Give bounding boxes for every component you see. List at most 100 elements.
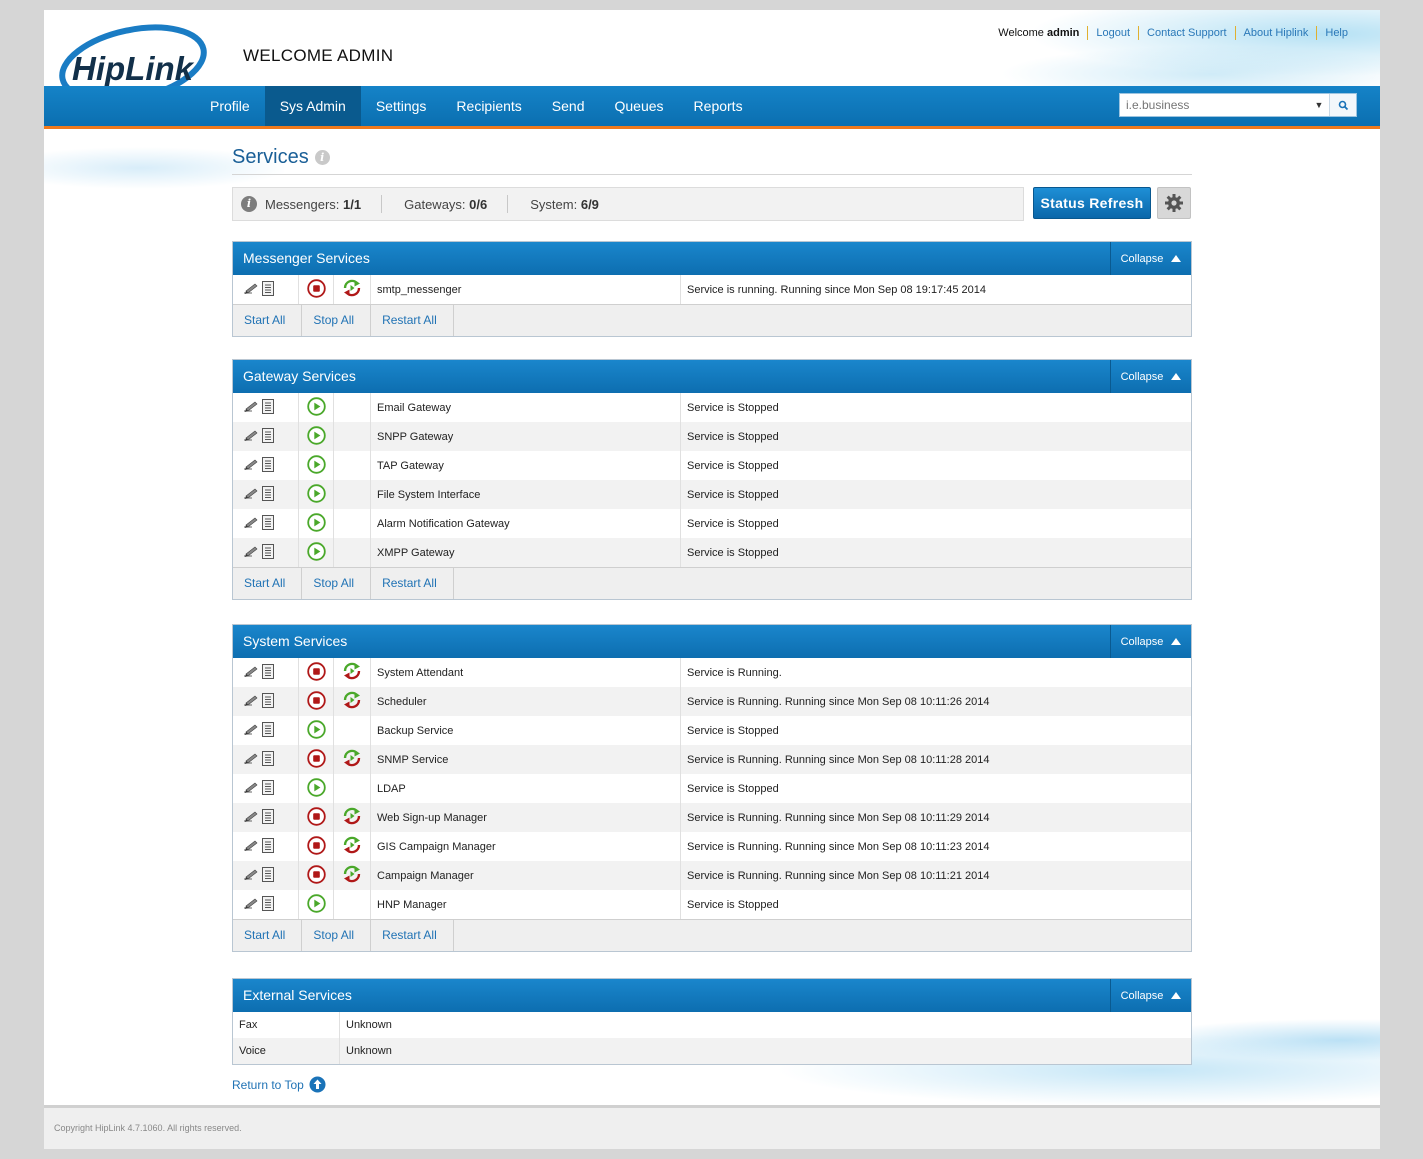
info-icon: i	[241, 196, 257, 212]
restart-button[interactable]	[333, 803, 371, 832]
edit-icon[interactable]	[243, 810, 259, 826]
edit-icon[interactable]	[243, 723, 259, 739]
start-icon	[306, 396, 326, 416]
info-icon[interactable]: i	[314, 149, 330, 165]
restart-button[interactable]	[333, 687, 371, 716]
edit-icon[interactable]	[243, 516, 259, 532]
search-button[interactable]	[1329, 94, 1356, 116]
stop-button[interactable]	[298, 861, 334, 890]
stop-button[interactable]	[298, 658, 334, 687]
collapse-arrow-icon	[1171, 992, 1182, 999]
edit-icon	[244, 488, 258, 499]
restart-all-button[interactable]: Restart All	[371, 568, 454, 599]
log-icon[interactable]	[259, 808, 274, 827]
log-icon[interactable]	[259, 692, 274, 711]
start-button[interactable]	[298, 480, 334, 509]
log-icon[interactable]	[259, 779, 274, 798]
log-icon[interactable]	[259, 721, 274, 740]
nav-reports[interactable]: Reports	[679, 86, 758, 126]
stop-all-button[interactable]: Stop All	[302, 920, 372, 951]
log-icon[interactable]	[259, 456, 274, 475]
edit-icon[interactable]	[243, 545, 259, 561]
stop-all-button[interactable]: Stop All	[302, 568, 372, 599]
restart-button	[333, 716, 371, 745]
start-button[interactable]	[298, 890, 334, 919]
nav-queues[interactable]: Queues	[600, 86, 679, 126]
edit-icon[interactable]	[243, 487, 259, 503]
restart-all-button[interactable]: Restart All	[371, 920, 454, 951]
log-icon[interactable]	[259, 866, 274, 885]
edit-icon[interactable]	[243, 897, 259, 913]
stop-button[interactable]	[298, 832, 334, 861]
nav-profile[interactable]: Profile	[195, 86, 265, 126]
start-button[interactable]	[298, 422, 334, 451]
start-button[interactable]	[298, 716, 334, 745]
log-icon[interactable]	[259, 895, 274, 914]
restart-button[interactable]	[333, 861, 371, 890]
stop-button[interactable]	[298, 687, 334, 716]
restart-button[interactable]	[333, 745, 371, 774]
collapse-button[interactable]: Collapse	[1110, 979, 1191, 1012]
main-navbar: Profile Sys Admin Settings Recipients Se…	[44, 86, 1380, 129]
start-button[interactable]	[298, 451, 334, 480]
nav-send[interactable]: Send	[537, 86, 600, 126]
stop-button[interactable]	[298, 275, 334, 304]
start-button[interactable]	[298, 774, 334, 803]
log-icon	[262, 837, 274, 853]
collapse-button[interactable]: Collapse	[1110, 625, 1191, 658]
return-to-top-link[interactable]: Return to Top	[232, 1076, 326, 1093]
collapse-button[interactable]: Collapse	[1110, 242, 1191, 275]
edit-icon[interactable]	[243, 282, 259, 298]
row-tools	[233, 890, 299, 919]
nav-recipients[interactable]: Recipients	[441, 86, 536, 126]
edit-icon	[244, 666, 258, 677]
log-icon[interactable]	[259, 427, 274, 446]
edit-icon[interactable]	[243, 665, 259, 681]
log-icon[interactable]	[259, 543, 274, 562]
restart-button[interactable]	[333, 832, 371, 861]
start-all-button[interactable]: Start All	[233, 920, 303, 951]
stop-button[interactable]	[298, 745, 334, 774]
settings-button[interactable]	[1157, 187, 1191, 219]
log-icon[interactable]	[259, 514, 274, 533]
service-name: XMPP Gateway	[370, 538, 681, 567]
log-icon[interactable]	[259, 398, 274, 417]
edit-icon[interactable]	[243, 429, 259, 445]
restart-all-button[interactable]: Restart All	[371, 305, 454, 336]
stop-all-button[interactable]: Stop All	[302, 305, 372, 336]
about-hiplink-link[interactable]: About Hiplink	[1244, 27, 1309, 39]
edit-icon[interactable]	[243, 781, 259, 797]
collapse-button[interactable]: Collapse	[1110, 360, 1191, 393]
start-all-button[interactable]: Start All	[233, 305, 303, 336]
nav-settings[interactable]: Settings	[361, 86, 442, 126]
edit-icon[interactable]	[243, 694, 259, 710]
restart-button[interactable]	[333, 658, 371, 687]
edit-icon	[244, 517, 258, 528]
edit-icon[interactable]	[243, 868, 259, 884]
edit-icon[interactable]	[243, 752, 259, 768]
edit-icon[interactable]	[243, 400, 259, 416]
start-all-button[interactable]: Start All	[233, 568, 303, 599]
restart-button[interactable]	[333, 275, 371, 304]
contact-support-link[interactable]: Contact Support	[1147, 27, 1227, 39]
nav-sys-admin[interactable]: Sys Admin	[264, 86, 361, 126]
log-icon[interactable]	[259, 663, 274, 682]
log-icon[interactable]	[259, 750, 274, 769]
start-button[interactable]	[298, 538, 334, 567]
log-icon[interactable]	[259, 485, 274, 504]
status-refresh-button[interactable]: Status Refresh	[1033, 187, 1151, 219]
messengers-count: Messengers: 1/1	[265, 196, 362, 212]
start-button[interactable]	[298, 509, 334, 538]
logout-link[interactable]: Logout	[1096, 27, 1130, 39]
start-button[interactable]	[298, 393, 334, 422]
log-icon[interactable]	[259, 837, 274, 856]
chevron-down-icon[interactable]: ▼	[1312, 100, 1326, 110]
search-input[interactable]	[1120, 98, 1312, 112]
log-icon	[262, 750, 274, 766]
status-box: i Messengers: 1/1 Gateways: 0/6 System: …	[232, 187, 1024, 221]
help-link[interactable]: Help	[1325, 27, 1348, 39]
edit-icon[interactable]	[243, 458, 259, 474]
stop-button[interactable]	[298, 803, 334, 832]
log-icon[interactable]	[259, 280, 274, 299]
edit-icon[interactable]	[243, 839, 259, 855]
